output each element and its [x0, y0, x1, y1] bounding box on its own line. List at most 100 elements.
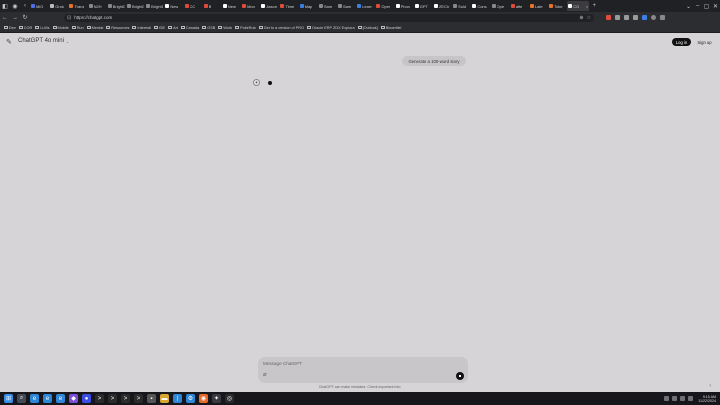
composer-placeholder[interactable]: Message ChatGPT: [263, 361, 302, 366]
bookmark-item[interactable]: Work: [218, 26, 232, 30]
search-icon[interactable]: ⌕: [17, 394, 26, 403]
minimize-icon[interactable]: –: [693, 0, 702, 12]
edge-icon[interactable]: e: [30, 394, 39, 403]
bookmark-item[interactable]: Mentat: [86, 26, 103, 30]
help-button[interactable]: ?: [709, 383, 711, 388]
wifi-icon[interactable]: [672, 396, 678, 401]
signup-button[interactable]: Sign up: [694, 38, 715, 46]
bookmark-item[interactable]: Bloomfiel: [380, 26, 401, 30]
battery-icon[interactable]: [688, 396, 694, 401]
new-tab-icon[interactable]: +: [589, 0, 599, 12]
model-selector[interactable]: ChatGPT 4o mini ⌄: [18, 38, 69, 44]
extension-icon[interactable]: [615, 15, 620, 20]
bookmark-item[interactable]: Run: [71, 26, 84, 30]
bookmark-item[interactable]: COR: [18, 26, 32, 30]
attach-paperclip-icon[interactable]: ⌀: [263, 371, 267, 378]
bookmark-item[interactable]: LLMs: [35, 26, 50, 30]
forward-icon[interactable]: →: [10, 12, 20, 23]
login-button[interactable]: Log in: [672, 38, 691, 46]
browser-tab[interactable]: Sam: [318, 1, 337, 11]
profile-avatar[interactable]: [651, 15, 656, 20]
browser-tab[interactable]: MiG: [30, 1, 49, 11]
browser-tab[interactable]: BrightD: [145, 1, 164, 11]
bookmark-item[interactable]: Get to a version of PRO: [258, 26, 304, 30]
browser-tab[interactable]: B: [203, 1, 222, 11]
edge-icon[interactable]: e: [56, 394, 65, 403]
bookmark-item[interactable]: ISE: [153, 26, 165, 30]
github-icon[interactable]: ◎: [225, 394, 234, 403]
app-icon[interactable]: ◆: [69, 394, 78, 403]
browser-tab[interactable]: New: [164, 1, 183, 11]
browser-tab[interactable]: Learn: [356, 1, 375, 11]
bookmark-item[interactable]: Resources: [106, 26, 129, 30]
tab-close-icon[interactable]: ×: [586, 4, 588, 9]
bookmark-item[interactable]: Art: [168, 26, 178, 30]
browser-menu-icon[interactable]: ◧: [0, 0, 10, 12]
browser-tab[interactable]: New: [222, 1, 241, 11]
extension-icon[interactable]: [633, 15, 638, 20]
browser-tab[interactable]: GPT: [414, 1, 433, 11]
stop-generating-button[interactable]: [456, 372, 464, 380]
bookmark-item[interactable]: PokéRub: [235, 26, 256, 30]
browser-tab[interactable]: CC: [184, 1, 203, 11]
browser-tab[interactable]: N2H: [88, 1, 107, 11]
install-app-icon[interactable]: ⊕: [579, 15, 583, 21]
terminal-icon[interactable]: >: [108, 394, 117, 403]
close-icon[interactable]: ✕: [711, 0, 720, 12]
volume-icon[interactable]: [680, 396, 686, 401]
browser-tab[interactable]: Ope: [491, 1, 510, 11]
browser-tab[interactable]: Jason: [260, 1, 279, 11]
browser-tab[interactable]: Sam: [337, 1, 356, 11]
browser-tab[interactable]: afte: [510, 1, 529, 11]
workspaces-icon[interactable]: ◉: [10, 0, 20, 12]
app-icon[interactable]: ●: [82, 394, 91, 403]
extension-icon[interactable]: [606, 15, 611, 20]
browser-tab[interactable]: Trans: [68, 1, 87, 11]
browser-tab[interactable]: BrightD: [107, 1, 126, 11]
terminal-icon[interactable]: >: [121, 394, 130, 403]
start-icon[interactable]: ⊞: [4, 394, 13, 403]
folder-icon[interactable]: ▬: [160, 394, 169, 403]
bookmark-item[interactable]: [Outlook]: [357, 26, 378, 30]
back-icon[interactable]: ←: [0, 12, 10, 23]
bookmark-item[interactable]: Mobile: [52, 26, 69, 30]
bookmark-item[interactable]: Interesti: [132, 26, 151, 30]
browser-tab[interactable]: Cons: [471, 1, 490, 11]
bookmark-item[interactable]: Dev: [4, 26, 16, 30]
browser-menu-dots-icon[interactable]: [660, 15, 665, 20]
extension-icon[interactable]: [624, 15, 629, 20]
browser-tab[interactable]: Grok: [49, 1, 68, 11]
bookmark-item[interactable]: Oracle ERP ZDX Explora: [307, 26, 355, 30]
browser-tab[interactable]: Mon: [241, 1, 260, 11]
site-info-icon[interactable]: ⊡: [67, 15, 71, 21]
bookmark-star-icon[interactable]: ☆: [587, 15, 591, 21]
browser-tab[interactable]: Oper: [375, 1, 394, 11]
maximize-icon[interactable]: ▢: [702, 0, 711, 12]
file-icon[interactable]: ▪: [147, 394, 156, 403]
tab-search-icon[interactable]: ⌄: [684, 0, 693, 12]
tray-chevron-icon[interactable]: [664, 396, 670, 401]
browser-tab[interactable]: CG ×: [567, 1, 590, 11]
edge-icon[interactable]: e: [43, 394, 52, 403]
tab-back-chevron-icon[interactable]: ‹: [20, 0, 30, 12]
settings-icon[interactable]: ⚙: [186, 394, 195, 403]
vscode-icon[interactable]: ⟩: [173, 394, 182, 403]
clock[interactable]: 9:15 AM 11/22/2024: [698, 395, 716, 403]
terminal-icon[interactable]: >: [95, 394, 104, 403]
chatgpt-icon[interactable]: ✦: [212, 394, 221, 403]
new-chat-edit-icon[interactable]: ✎: [6, 38, 12, 46]
address-bar[interactable]: ⊡ https://chatgpt.com ⊕ ☆: [64, 13, 594, 22]
browser-tab[interactable]: Time: [279, 1, 298, 11]
browser-tab[interactable]: Toke: [548, 1, 567, 11]
message-composer[interactable]: Message ChatGPT ⌀: [258, 357, 468, 383]
browser-tab[interactable]: Phon: [395, 1, 414, 11]
browser-tab[interactable]: Late: [529, 1, 548, 11]
terminal-icon[interactable]: >: [134, 394, 143, 403]
app-icon[interactable]: ◉: [199, 394, 208, 403]
extension-icon[interactable]: [642, 15, 647, 20]
browser-tab[interactable]: BrightD: [126, 1, 145, 11]
browser-tab[interactable]: Map: [299, 1, 318, 11]
reload-icon[interactable]: ↻: [20, 12, 30, 23]
bookmark-item[interactable]: Canada: [180, 26, 199, 30]
browser-tab[interactable]: ZECh: [433, 1, 452, 11]
